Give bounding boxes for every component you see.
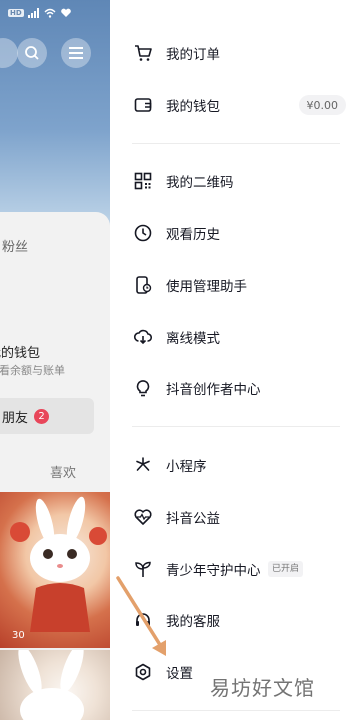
menu-label-charity: 抖音公益	[166, 511, 220, 527]
menu-label-teen: 青少年守护中心	[166, 563, 261, 579]
asterisk-icon	[132, 454, 154, 476]
menu-button[interactable]	[61, 38, 91, 68]
menu-item-miniapp[interactable]: 小程序	[110, 445, 360, 485]
menu-label-orders: 我的订单	[166, 47, 220, 63]
teen-mode-status-badge: 已开启	[268, 561, 304, 577]
menu-divider	[132, 143, 340, 144]
friends-label: 朋友	[2, 410, 29, 426]
heart-pulse-icon	[132, 506, 154, 528]
menu-item-usage[interactable]: 使用管理助手	[110, 265, 360, 305]
menu-divider	[132, 426, 340, 427]
phone-timer-icon	[132, 274, 154, 296]
menu-label-wallet: 我的钱包	[166, 99, 220, 115]
wifi-icon	[44, 8, 56, 18]
hexagon-gear-icon	[132, 661, 154, 683]
profile-wallet-sub: 查看余额与账单	[0, 364, 65, 377]
menu-label-history: 观看历史	[166, 227, 220, 243]
profile-wallet-label[interactable]: 我的钱包	[0, 342, 40, 361]
menu-label-qrcode: 我的二维码	[166, 175, 234, 191]
lightbulb-icon	[132, 377, 154, 399]
profile-background: HD 粉丝 我的钱包 查看余额与账单 朋友 2 喜欢 30	[0, 0, 110, 720]
menu-item-charity[interactable]: 抖音公益	[110, 497, 360, 537]
menu-item-creator[interactable]: 抖音创作者中心	[110, 368, 360, 408]
menu-label-usage: 使用管理助手	[166, 279, 247, 295]
video-thumbnail[interactable]	[0, 492, 110, 648]
friends-button[interactable]: 朋友 2	[0, 398, 94, 434]
menu-item-wallet[interactable]: 我的钱包 ¥0.00	[110, 85, 360, 125]
menu-divider	[132, 710, 340, 711]
menu-label-offline: 离线模式	[166, 331, 220, 347]
video-thumbnail-2[interactable]	[0, 643, 110, 720]
menu-label-service: 我的客服	[166, 614, 220, 630]
play-count: 30	[12, 630, 25, 641]
cloud-download-icon	[132, 326, 154, 348]
menu-label-settings: 设置	[166, 666, 193, 682]
heart-status-icon	[60, 8, 71, 17]
back-button[interactable]	[0, 38, 18, 68]
clock-icon	[132, 222, 154, 244]
status-bar: HD	[8, 8, 72, 18]
menu-label-miniapp: 小程序	[166, 459, 207, 475]
menu-item-orders[interactable]: 我的订单	[110, 33, 360, 73]
side-drawer: 我的订单 我的钱包 ¥0.00 我的二维码 观看历史 使用管理助手 离线模式 抖…	[110, 0, 360, 720]
bunny-illustration	[10, 496, 107, 632]
menu-label-creator: 抖音创作者中心	[166, 382, 261, 398]
menu-item-teen[interactable]: 青少年守护中心 已开启	[110, 549, 360, 589]
watermark-text: 易坊好文馆	[210, 676, 315, 700]
sprout-icon	[132, 558, 154, 580]
hd-indicator: HD	[8, 9, 24, 17]
fans-label[interactable]: 粉丝	[2, 236, 28, 255]
headset-icon	[132, 609, 154, 631]
menu-item-offline[interactable]: 离线模式	[110, 317, 360, 357]
search-icon	[25, 46, 39, 60]
bunny-illustration-2	[18, 643, 84, 720]
wallet-icon	[132, 94, 154, 116]
cart-icon	[132, 42, 154, 64]
friends-badge: 2	[34, 408, 50, 424]
tab-likes[interactable]: 喜欢	[50, 462, 76, 481]
menu-item-service[interactable]: 我的客服	[110, 600, 360, 640]
menu-item-qrcode[interactable]: 我的二维码	[110, 161, 360, 201]
menu-item-history[interactable]: 观看历史	[110, 213, 360, 253]
signal-icon	[27, 8, 39, 18]
wallet-balance: ¥0.00	[298, 95, 346, 115]
qrcode-icon	[132, 170, 154, 192]
hamburger-icon	[69, 47, 83, 59]
search-button[interactable]	[17, 38, 47, 68]
